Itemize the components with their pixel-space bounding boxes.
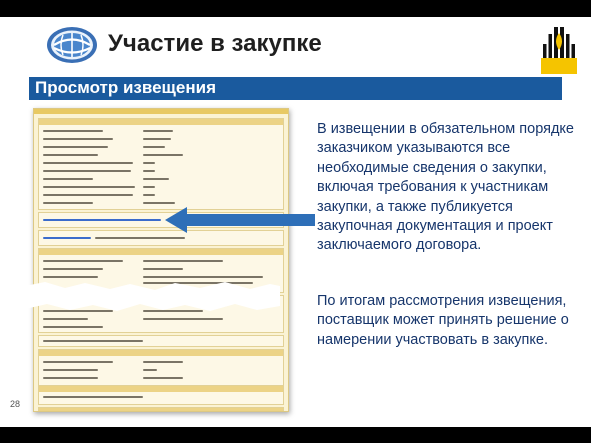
top-black-bar	[0, 0, 591, 17]
documentation-link[interactable]	[43, 219, 161, 221]
form-line	[143, 146, 165, 148]
form-line	[143, 138, 171, 140]
form-line	[143, 276, 263, 278]
form-line	[43, 202, 93, 204]
form-line	[143, 377, 183, 379]
form-line	[43, 162, 133, 164]
form-line	[43, 377, 98, 379]
form-line	[143, 178, 169, 180]
lot-info-panel	[38, 335, 284, 347]
panel-header	[39, 386, 283, 392]
bottom-black-bar	[0, 427, 591, 443]
form-line	[143, 154, 183, 156]
procurement-info-panel	[38, 118, 284, 210]
form-line	[43, 194, 133, 196]
globe-logo-icon	[47, 27, 97, 63]
section-title: Просмотр извещения	[35, 78, 216, 97]
form-line	[43, 361, 113, 363]
form-line	[143, 194, 155, 196]
form-line	[43, 186, 135, 188]
form-line	[43, 170, 131, 172]
page-number: 28	[10, 399, 21, 409]
form-line	[143, 170, 155, 172]
form-line	[43, 268, 103, 270]
form-line	[143, 361, 183, 363]
form-line	[43, 276, 98, 278]
torn-paper-overlay	[25, 282, 280, 311]
left-arrow-icon	[165, 207, 315, 233]
page-title: Участие в закупке	[108, 30, 322, 57]
notice-file-link[interactable]	[43, 237, 91, 239]
form-line	[43, 369, 98, 371]
okved-classifier-panel	[38, 385, 284, 405]
form-line	[43, 326, 103, 328]
form-line	[43, 178, 93, 180]
form-line	[143, 369, 157, 371]
form-line	[143, 202, 175, 204]
form-line	[143, 130, 173, 132]
form-line	[143, 268, 183, 270]
screenshot-header-strip	[34, 109, 288, 114]
description-paragraph-2: По итогам рассмотрения извещения, постав…	[317, 293, 569, 348]
panel-header	[39, 350, 283, 356]
panel-header	[39, 408, 283, 411]
okdp-classifier-panel	[38, 407, 284, 411]
form-line	[95, 237, 185, 239]
form-line	[143, 318, 223, 320]
form-line	[43, 130, 103, 132]
notice-screenshot	[33, 108, 289, 412]
description-paragraph-1: В извещении в обязательном порядке заказ…	[317, 121, 574, 254]
rosneft-logo-icon	[541, 27, 577, 74]
form-line	[143, 260, 223, 262]
form-line	[43, 260, 123, 262]
form-line	[43, 396, 143, 398]
form-line	[43, 340, 143, 342]
form-line	[43, 138, 113, 140]
panel-header	[39, 119, 283, 125]
form-line	[143, 186, 155, 188]
form-line	[143, 162, 155, 164]
form-line	[43, 318, 88, 320]
form-line	[43, 146, 108, 148]
panel-header	[39, 249, 283, 255]
form-line	[43, 154, 98, 156]
section-header-bar: Просмотр извещения	[29, 77, 562, 100]
